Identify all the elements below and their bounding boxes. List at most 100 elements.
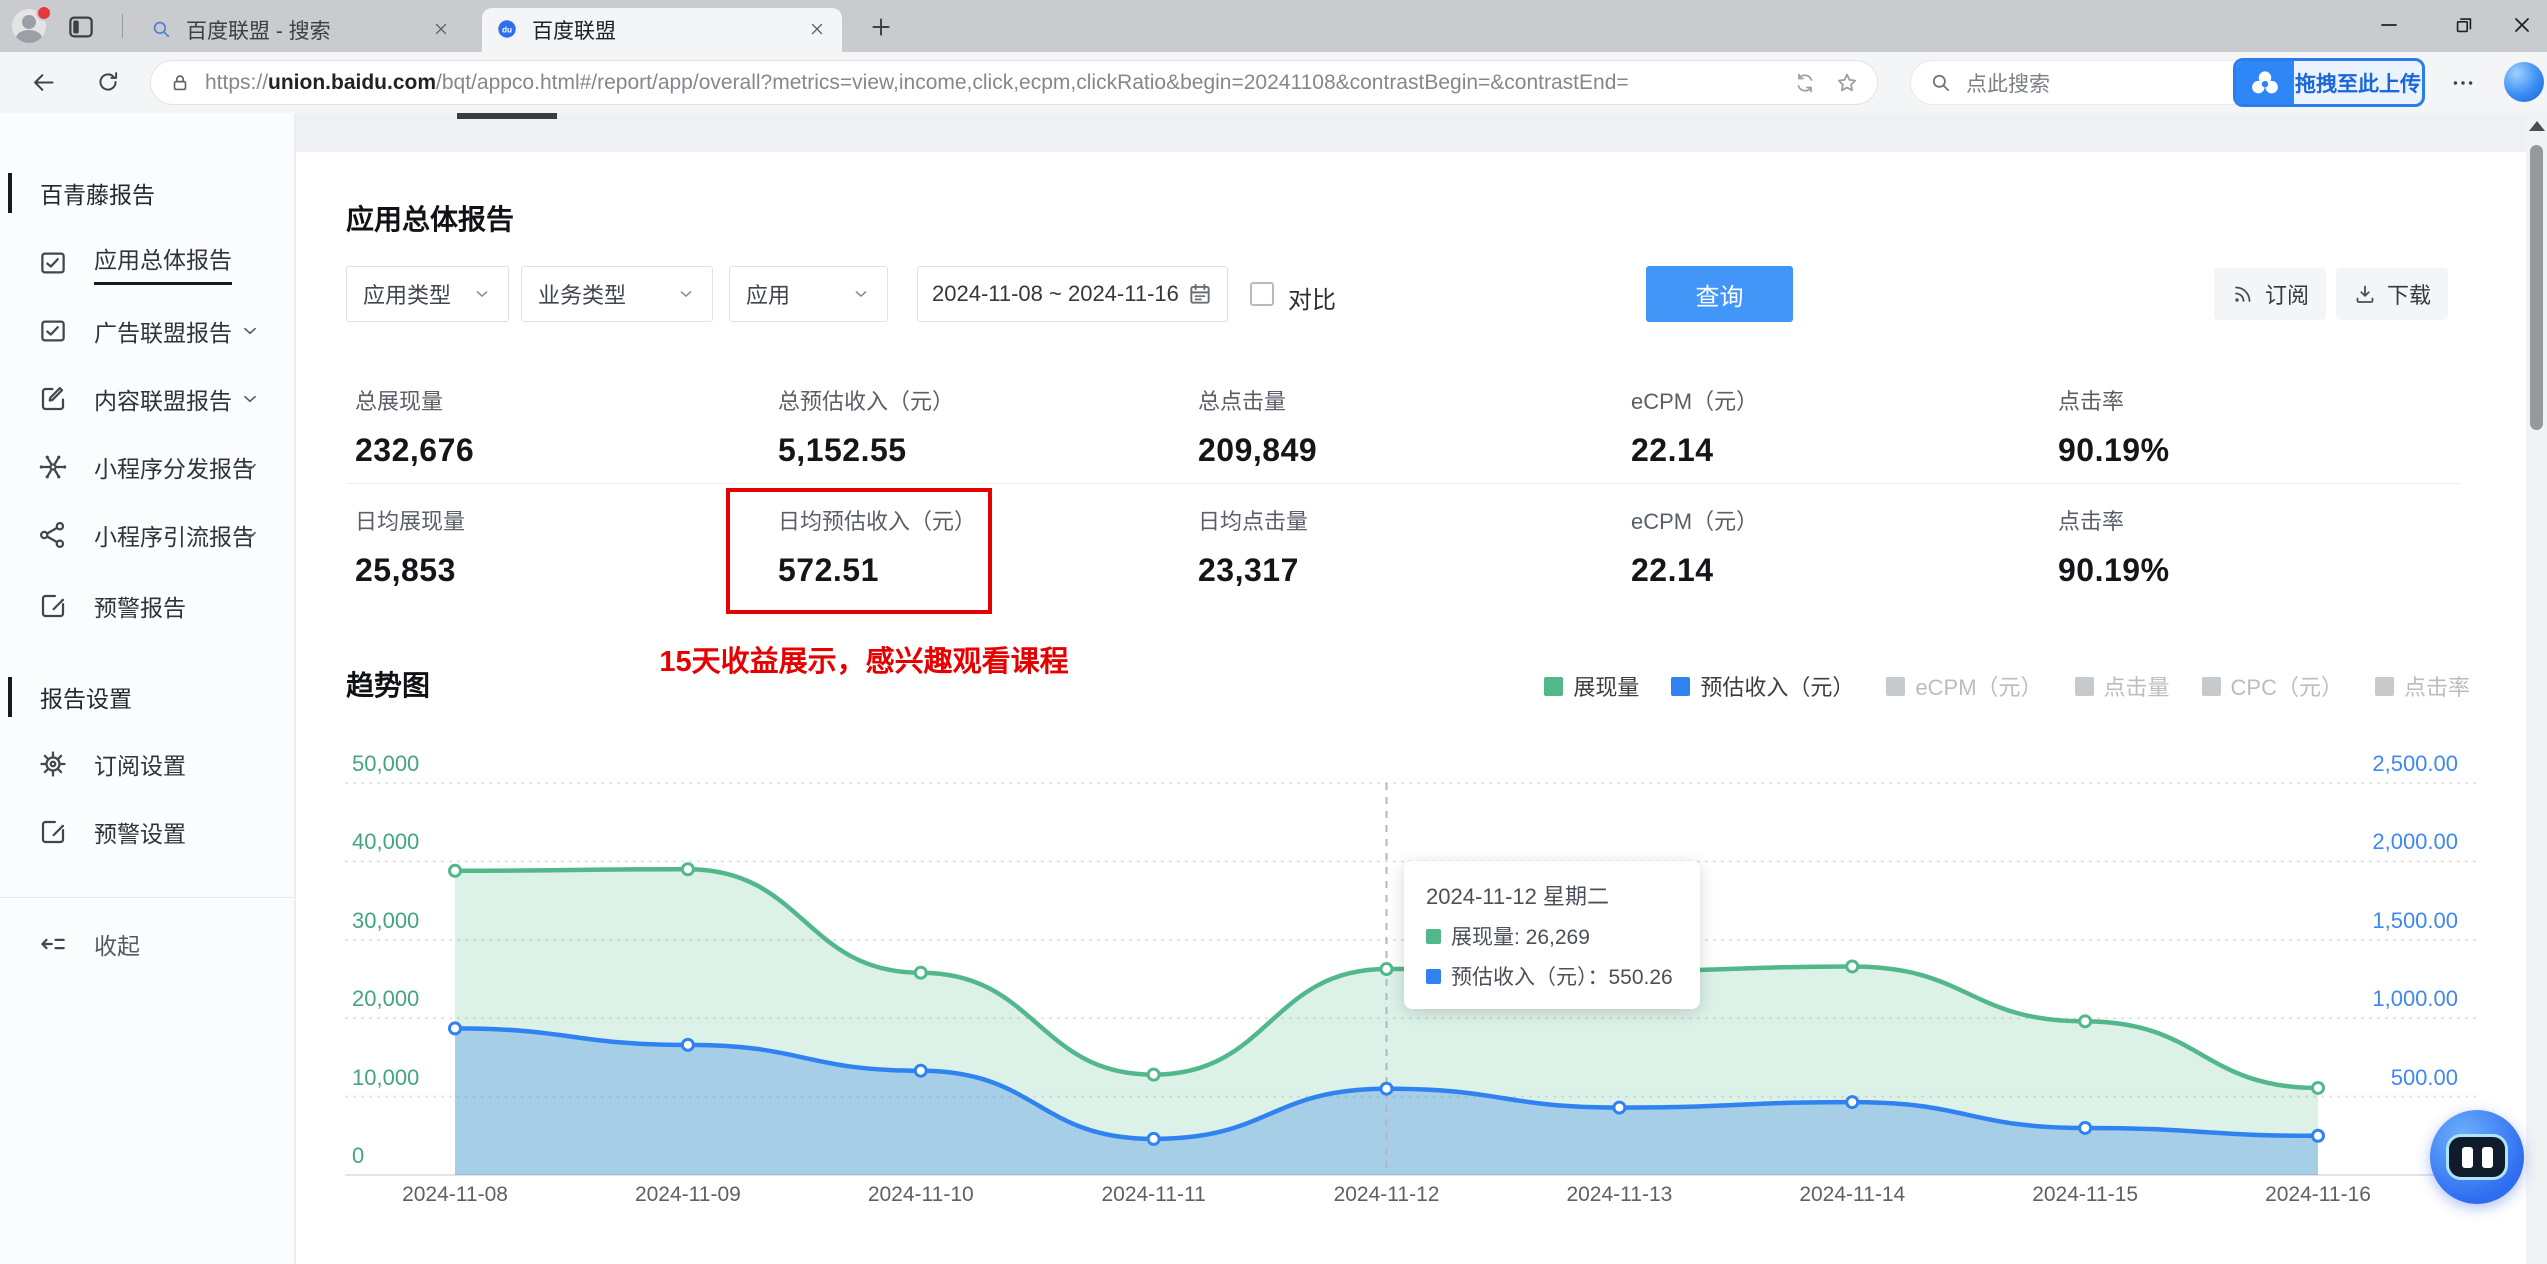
sidebar-section-reports: 百青藤报告 <box>40 182 155 208</box>
sidebar-item-1[interactable]: 应用总体报告 <box>0 240 295 286</box>
report-icon <box>38 248 68 278</box>
lock-icon <box>169 72 191 94</box>
legend-swatch <box>2074 676 2094 696</box>
window-minimize-button[interactable] <box>2358 0 2420 50</box>
report-card: 应用总体报告 应用类型 业务类型 应用 2024-11-08 ~ 2024-11-1… <box>296 152 2526 1264</box>
stat-value: 90.19% <box>2058 432 2170 468</box>
tab-workspaces-icon[interactable] <box>66 12 96 42</box>
chevron-down-icon <box>472 284 492 304</box>
browser-tab[interactable]: 百度联盟 - 搜索 <box>136 8 466 52</box>
sidebar-item-5[interactable]: 小程序引流报告 <box>0 512 295 558</box>
stat-cell: 总点击量 209,849 <box>1198 384 1598 469</box>
search-placeholder: 点此搜索 <box>1966 72 2050 96</box>
sidebar-item-2[interactable]: 广告联盟报告 <box>0 308 295 354</box>
stat-label: 总展现量 <box>355 389 444 414</box>
sidebar: 百青藤报告 应用总体报告广告联盟报告 内容联盟报告小程序分发报告小程序引流报告 预警… <box>0 113 295 1264</box>
chart-title: 趋势图 <box>346 670 431 701</box>
stat-label: 总预估收入（元） <box>778 389 955 414</box>
profile-notification-dot <box>36 5 52 21</box>
browser-menu-icon[interactable] <box>2450 70 2477 97</box>
red-annotation: 15天收益展示，感兴趣观看课程 <box>659 646 1069 678</box>
chevron-down-icon <box>676 284 696 304</box>
search-favicon <box>150 18 174 42</box>
stat-value: 22.14 <box>1631 432 1714 468</box>
stat-cell: 总展现量 232,676 <box>355 384 755 469</box>
sidebar-item-3[interactable]: 内容联盟报告 <box>0 376 295 422</box>
section-marker <box>8 677 12 717</box>
legend-label: 点击量 <box>2103 675 2170 700</box>
stat-cell: eCPM（元） 22.14 <box>1631 384 2031 469</box>
legend-item[interactable]: 点击率 <box>2374 670 2470 702</box>
refresh-button[interactable] <box>95 69 122 96</box>
copilot-icon[interactable] <box>2504 62 2544 102</box>
gear-icon <box>38 749 68 779</box>
sync-icon[interactable] <box>1793 71 1817 95</box>
back-button[interactable] <box>30 69 57 96</box>
netdisk-upload-button[interactable]: 拖拽至此上传 <box>2233 58 2425 107</box>
tab-close-icon[interactable] <box>432 20 452 40</box>
sidebar-setting-item-2[interactable]: 预警设置 <box>0 809 295 855</box>
compare-label: 对比 <box>1288 287 1336 314</box>
chevron-down-icon <box>239 524 261 546</box>
legend-item[interactable]: CPC（元） <box>2201 670 2343 702</box>
sidebar-item-label: 内容联盟报告 <box>94 388 232 414</box>
stat-label: 日均预估收入（元） <box>778 509 977 534</box>
sidebar-item-label: 小程序引流报告 <box>94 524 255 550</box>
sidebar-item-label: 预警报告 <box>94 595 186 621</box>
section-marker <box>8 173 12 213</box>
sidebar-divider <box>0 897 295 898</box>
legend-item[interactable]: eCPM（元） <box>1886 670 2043 702</box>
filter-select-3[interactable]: 应用 <box>729 266 888 322</box>
stat-value: 23,317 <box>1198 552 1299 588</box>
page-scrollbar[interactable] <box>2526 113 2547 1264</box>
address-bar[interactable]: https://union.baidu.com/bqt/appco.html#/… <box>150 60 1878 105</box>
chevron-down-icon <box>851 284 871 304</box>
scrollbar-thumb[interactable] <box>2530 145 2543 430</box>
stat-value: 90.19% <box>2058 552 2170 588</box>
stat-value: 209,849 <box>1198 432 1318 468</box>
legend-item[interactable]: 预估收入（元） <box>1671 670 1854 702</box>
select-value: 业务类型 <box>538 283 627 308</box>
robot-face-icon <box>2446 1134 2508 1180</box>
sidebar-item-label: 预警设置 <box>94 821 186 847</box>
stat-label: 总点击量 <box>1198 389 1287 414</box>
alert-icon <box>38 817 68 847</box>
page-title: 应用总体报告 <box>346 204 515 235</box>
content-icon <box>38 384 68 414</box>
url-text: https://union.baidu.com/bqt/appco.html#/… <box>205 70 1629 94</box>
legend-item[interactable]: 点击量 <box>2074 670 2170 702</box>
compare-checkbox[interactable] <box>1250 282 1274 306</box>
stats-divider <box>346 483 2461 484</box>
sidebar-section-settings: 报告设置 <box>40 686 132 712</box>
legend-item[interactable]: 展现量 <box>1544 670 1639 702</box>
sidebar-setting-item-1[interactable]: 订阅设置 <box>0 741 295 787</box>
loading-bar <box>457 113 557 119</box>
favorite-star-icon[interactable] <box>1835 71 1859 95</box>
sidebar-collapse-button[interactable]: 收起 <box>0 921 295 967</box>
tab-close-icon[interactable] <box>808 20 828 40</box>
stat-value: 572.51 <box>778 552 879 588</box>
filter-select-1[interactable]: 应用类型 <box>346 266 509 322</box>
query-button[interactable]: 查询 <box>1646 266 1793 322</box>
sidebar-item-label: 广告联盟报告 <box>94 320 232 346</box>
new-tab-button[interactable] <box>868 14 894 40</box>
window-close-button[interactable] <box>2497 0 2547 50</box>
netdisk-icon <box>2236 61 2294 104</box>
window-restore-button[interactable] <box>2433 0 2495 50</box>
dispatch-icon <box>38 452 68 482</box>
calendar-icon <box>1187 281 1213 307</box>
stat-value: 5,152.55 <box>778 432 907 468</box>
sidebar-item-4[interactable]: 小程序分发报告 <box>0 444 295 490</box>
chevron-down-icon <box>239 456 261 478</box>
assistant-robot-button[interactable] <box>2430 1110 2524 1204</box>
date-range-picker[interactable]: 2024-11-08 ~ 2024-11-16 <box>917 266 1228 322</box>
report-icon <box>38 316 68 346</box>
sidebar-item-6[interactable]: 预警报告 <box>0 583 295 629</box>
download-button[interactable]: 下载 <box>2336 268 2448 320</box>
filter-select-2[interactable]: 业务类型 <box>521 266 713 322</box>
browser-tab[interactable]: du 百度联盟 <box>482 8 842 52</box>
tab-title: 百度联盟 <box>532 20 616 43</box>
scrollbar-up-arrow[interactable] <box>2529 121 2545 131</box>
subscribe-button[interactable]: 订阅 <box>2214 268 2326 320</box>
stat-label: 日均展现量 <box>355 509 466 534</box>
